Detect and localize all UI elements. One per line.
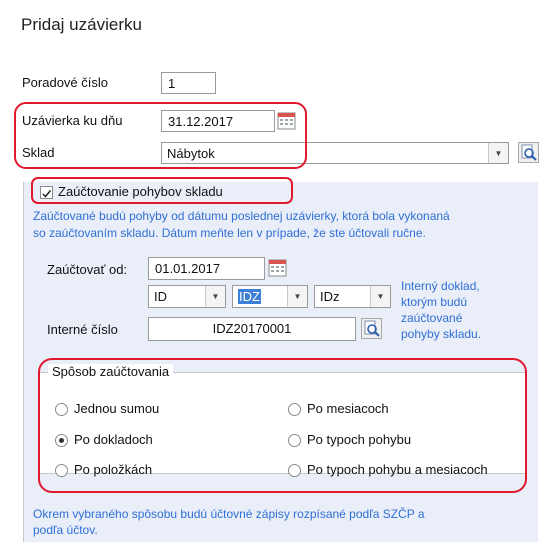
highlight-posting-method [38,358,527,493]
side-hint-3: zaúčtované [401,311,463,325]
post-from-label: Zaúčtovať od: [47,262,128,277]
side-hint-4: pohyby skladu. [401,327,482,341]
order-number-label: Poradové číslo [22,75,108,90]
doc-series-value-1: ID [154,289,167,304]
search-icon [521,144,537,161]
highlight-posting-checkbox [31,177,293,204]
internal-number-search-button[interactable] [361,318,382,339]
side-hint-1: Interný doklad, [401,279,480,293]
post-from-field[interactable]: 01.01.2017 [148,257,265,280]
method-hint-line1: Okrem vybraného spôsobu budú účtovné záp… [33,507,425,521]
order-number-field[interactable]: 1 [161,72,216,94]
side-hint-2: ktorým budú [401,295,468,309]
chevron-down-icon[interactable]: ▼ [287,286,307,307]
method-hint-line2: podľa účtov. [33,523,98,537]
posting-hint-line1: Zaúčtované budú pohyby od dátumu posledn… [33,209,450,223]
doc-series-value-3: IDz [320,289,340,304]
search-icon [364,320,380,337]
internal-number-field[interactable]: IDZ20170001 [148,317,356,341]
internal-number-label: Interné číslo [47,322,118,337]
highlight-date-warehouse [14,102,307,169]
doc-series-select-2[interactable]: IDZ ▼ [232,285,308,308]
chevron-down-icon[interactable]: ▼ [488,143,508,163]
chevron-down-icon[interactable]: ▼ [370,286,390,307]
chevron-down-icon[interactable]: ▼ [205,286,225,307]
warehouse-search-button[interactable] [518,142,539,163]
posting-hint-line2: so zaúčtovaním skladu. Dátum meňte len v… [33,226,426,240]
dialog-title: Pridaj uzávierku [21,15,142,34]
doc-series-value-2: IDZ [238,289,261,304]
doc-series-select-3[interactable]: IDz ▼ [314,285,391,308]
doc-series-select-1[interactable]: ID ▼ [148,285,226,308]
calendar-icon[interactable] [268,258,287,277]
